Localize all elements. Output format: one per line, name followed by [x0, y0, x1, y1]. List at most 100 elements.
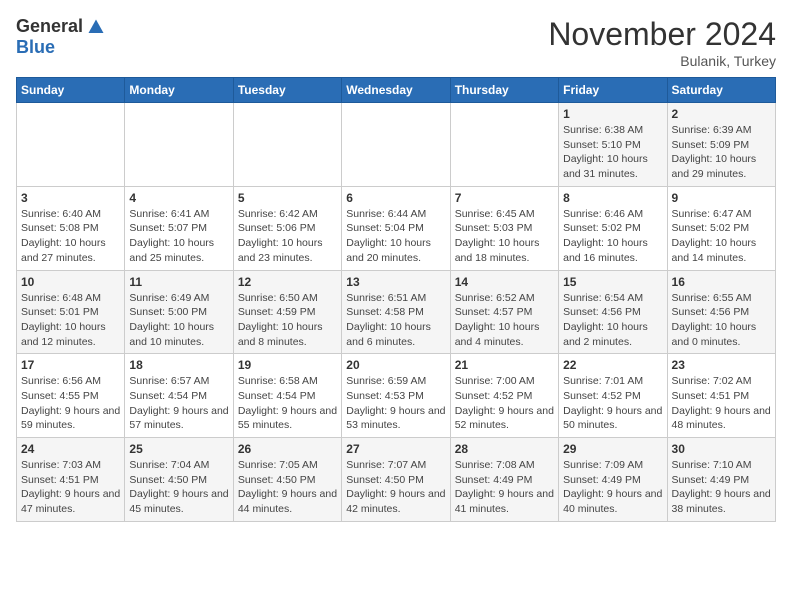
day-number: 30	[672, 442, 771, 456]
day-number: 17	[21, 358, 120, 372]
day-info: Sunrise: 7:10 AM Sunset: 4:49 PM Dayligh…	[672, 458, 771, 517]
calendar-cell: 14 Sunrise: 6:52 AM Sunset: 4:57 PM Dayli…	[450, 270, 558, 354]
location: Bulanik, Turkey	[548, 53, 776, 69]
day-number: 23	[672, 358, 771, 372]
calendar-cell: 29 Sunrise: 7:09 AM Sunset: 4:49 PM Dayli…	[559, 438, 667, 522]
day-info: Sunrise: 6:52 AM Sunset: 4:57 PM Dayligh…	[455, 291, 554, 350]
day-number: 2	[672, 107, 771, 121]
day-number: 7	[455, 191, 554, 205]
day-number: 14	[455, 275, 554, 289]
calendar-cell: 19 Sunrise: 6:58 AM Sunset: 4:54 PM Dayli…	[233, 354, 341, 438]
day-info: Sunrise: 6:44 AM Sunset: 5:04 PM Dayligh…	[346, 207, 445, 266]
calendar-cell: 4Sunrise: 6:41 AM Sunset: 5:07 PM Daylig…	[125, 186, 233, 270]
day-info: Sunrise: 6:40 AM Sunset: 5:08 PM Dayligh…	[21, 207, 120, 266]
header-thursday: Thursday	[450, 78, 558, 103]
day-info: Sunrise: 6:56 AM Sunset: 4:55 PM Dayligh…	[21, 374, 120, 433]
calendar-cell: 9Sunrise: 6:47 AM Sunset: 5:02 PM Daylig…	[667, 186, 775, 270]
calendar-cell: 25 Sunrise: 7:04 AM Sunset: 4:50 PM Dayli…	[125, 438, 233, 522]
day-number: 29	[563, 442, 662, 456]
day-info: Sunrise: 6:54 AM Sunset: 4:56 PM Dayligh…	[563, 291, 662, 350]
day-info: Sunrise: 6:39 AM Sunset: 5:09 PM Dayligh…	[672, 123, 771, 182]
calendar-header: Sunday Monday Tuesday Wednesday Thursday…	[17, 78, 776, 103]
calendar-cell: 26 Sunrise: 7:05 AM Sunset: 4:50 PM Dayli…	[233, 438, 341, 522]
day-info: Sunrise: 6:38 AM Sunset: 5:10 PM Dayligh…	[563, 123, 662, 182]
calendar-cell	[125, 103, 233, 187]
day-number: 9	[672, 191, 771, 205]
day-number: 1	[563, 107, 662, 121]
day-info: Sunrise: 7:04 AM Sunset: 4:50 PM Dayligh…	[129, 458, 228, 517]
day-info: Sunrise: 6:42 AM Sunset: 5:06 PM Dayligh…	[238, 207, 337, 266]
calendar-cell: 27Sunrise: 7:07 AM Sunset: 4:50 PM Dayli…	[342, 438, 450, 522]
day-number: 8	[563, 191, 662, 205]
day-number: 28	[455, 442, 554, 456]
header-wednesday: Wednesday	[342, 78, 450, 103]
day-info: Sunrise: 6:48 AM Sunset: 5:01 PM Dayligh…	[21, 291, 120, 350]
day-info: Sunrise: 7:05 AM Sunset: 4:50 PM Dayligh…	[238, 458, 337, 517]
calendar-cell: 15 Sunrise: 6:54 AM Sunset: 4:56 PM Dayli…	[559, 270, 667, 354]
day-number: 15	[563, 275, 662, 289]
day-info: Sunrise: 6:51 AM Sunset: 4:58 PM Dayligh…	[346, 291, 445, 350]
day-info: Sunrise: 6:45 AM Sunset: 5:03 PM Dayligh…	[455, 207, 554, 266]
day-info: Sunrise: 6:59 AM Sunset: 4:53 PM Dayligh…	[346, 374, 445, 433]
header-row: Sunday Monday Tuesday Wednesday Thursday…	[17, 78, 776, 103]
day-number: 11	[129, 275, 228, 289]
day-info: Sunrise: 6:46 AM Sunset: 5:02 PM Dayligh…	[563, 207, 662, 266]
calendar-cell: 8 Sunrise: 6:46 AM Sunset: 5:02 PM Daylig…	[559, 186, 667, 270]
calendar-cell: 13 Sunrise: 6:51 AM Sunset: 4:58 PM Dayli…	[342, 270, 450, 354]
calendar-cell: 6Sunrise: 6:44 AM Sunset: 5:04 PM Daylig…	[342, 186, 450, 270]
month-title: November 2024	[548, 16, 776, 53]
day-info: Sunrise: 7:02 AM Sunset: 4:51 PM Dayligh…	[672, 374, 771, 433]
calendar-cell: 10 Sunrise: 6:48 AM Sunset: 5:01 PM Dayli…	[17, 270, 125, 354]
calendar-cell	[17, 103, 125, 187]
calendar-cell: 20 Sunrise: 6:59 AM Sunset: 4:53 PM Dayli…	[342, 354, 450, 438]
day-number: 5	[238, 191, 337, 205]
day-number: 13	[346, 275, 445, 289]
day-number: 26	[238, 442, 337, 456]
day-info: Sunrise: 6:58 AM Sunset: 4:54 PM Dayligh…	[238, 374, 337, 433]
calendar-week-1: 1 Sunrise: 6:38 AM Sunset: 5:10 PM Daylig…	[17, 103, 776, 187]
calendar-week-4: 17 Sunrise: 6:56 AM Sunset: 4:55 PM Dayli…	[17, 354, 776, 438]
calendar-cell: 28 Sunrise: 7:08 AM Sunset: 4:49 PM Dayli…	[450, 438, 558, 522]
day-number: 20	[346, 358, 445, 372]
day-info: Sunrise: 6:55 AM Sunset: 4:56 PM Dayligh…	[672, 291, 771, 350]
header-tuesday: Tuesday	[233, 78, 341, 103]
calendar-week-3: 10 Sunrise: 6:48 AM Sunset: 5:01 PM Dayli…	[17, 270, 776, 354]
calendar-cell: 2 Sunrise: 6:39 AM Sunset: 5:09 PM Daylig…	[667, 103, 775, 187]
day-number: 12	[238, 275, 337, 289]
day-number: 10	[21, 275, 120, 289]
calendar-week-5: 24Sunrise: 7:03 AM Sunset: 4:51 PM Dayli…	[17, 438, 776, 522]
day-number: 27	[346, 442, 445, 456]
calendar-cell	[342, 103, 450, 187]
header-monday: Monday	[125, 78, 233, 103]
day-number: 22	[563, 358, 662, 372]
logo-blue-text: Blue	[16, 37, 55, 58]
day-info: Sunrise: 6:49 AM Sunset: 5:00 PM Dayligh…	[129, 291, 228, 350]
logo-icon	[87, 18, 105, 36]
calendar-cell: 24Sunrise: 7:03 AM Sunset: 4:51 PM Dayli…	[17, 438, 125, 522]
day-info: Sunrise: 7:09 AM Sunset: 4:49 PM Dayligh…	[563, 458, 662, 517]
calendar-table: Sunday Monday Tuesday Wednesday Thursday…	[16, 77, 776, 522]
calendar-cell: 1 Sunrise: 6:38 AM Sunset: 5:10 PM Daylig…	[559, 103, 667, 187]
header-sunday: Sunday	[17, 78, 125, 103]
calendar-cell: 3Sunrise: 6:40 AM Sunset: 5:08 PM Daylig…	[17, 186, 125, 270]
calendar-cell: 11 Sunrise: 6:49 AM Sunset: 5:00 PM Dayli…	[125, 270, 233, 354]
calendar-cell: 18Sunrise: 6:57 AM Sunset: 4:54 PM Dayli…	[125, 354, 233, 438]
day-number: 25	[129, 442, 228, 456]
calendar-cell: 22Sunrise: 7:01 AM Sunset: 4:52 PM Dayli…	[559, 354, 667, 438]
calendar-cell: 5 Sunrise: 6:42 AM Sunset: 5:06 PM Daylig…	[233, 186, 341, 270]
calendar-cell: 12Sunrise: 6:50 AM Sunset: 4:59 PM Dayli…	[233, 270, 341, 354]
page-header: General Blue November 2024 Bulanik, Turk…	[16, 16, 776, 69]
calendar-cell	[450, 103, 558, 187]
calendar-cell: 21Sunrise: 7:00 AM Sunset: 4:52 PM Dayli…	[450, 354, 558, 438]
header-saturday: Saturday	[667, 78, 775, 103]
day-info: Sunrise: 7:08 AM Sunset: 4:49 PM Dayligh…	[455, 458, 554, 517]
day-number: 19	[238, 358, 337, 372]
day-info: Sunrise: 7:00 AM Sunset: 4:52 PM Dayligh…	[455, 374, 554, 433]
logo-general-text: General	[16, 16, 83, 37]
day-info: Sunrise: 7:03 AM Sunset: 4:51 PM Dayligh…	[21, 458, 120, 517]
calendar-cell: 16Sunrise: 6:55 AM Sunset: 4:56 PM Dayli…	[667, 270, 775, 354]
day-number: 4	[129, 191, 228, 205]
header-friday: Friday	[559, 78, 667, 103]
calendar-cell: 7 Sunrise: 6:45 AM Sunset: 5:03 PM Daylig…	[450, 186, 558, 270]
day-number: 18	[129, 358, 228, 372]
